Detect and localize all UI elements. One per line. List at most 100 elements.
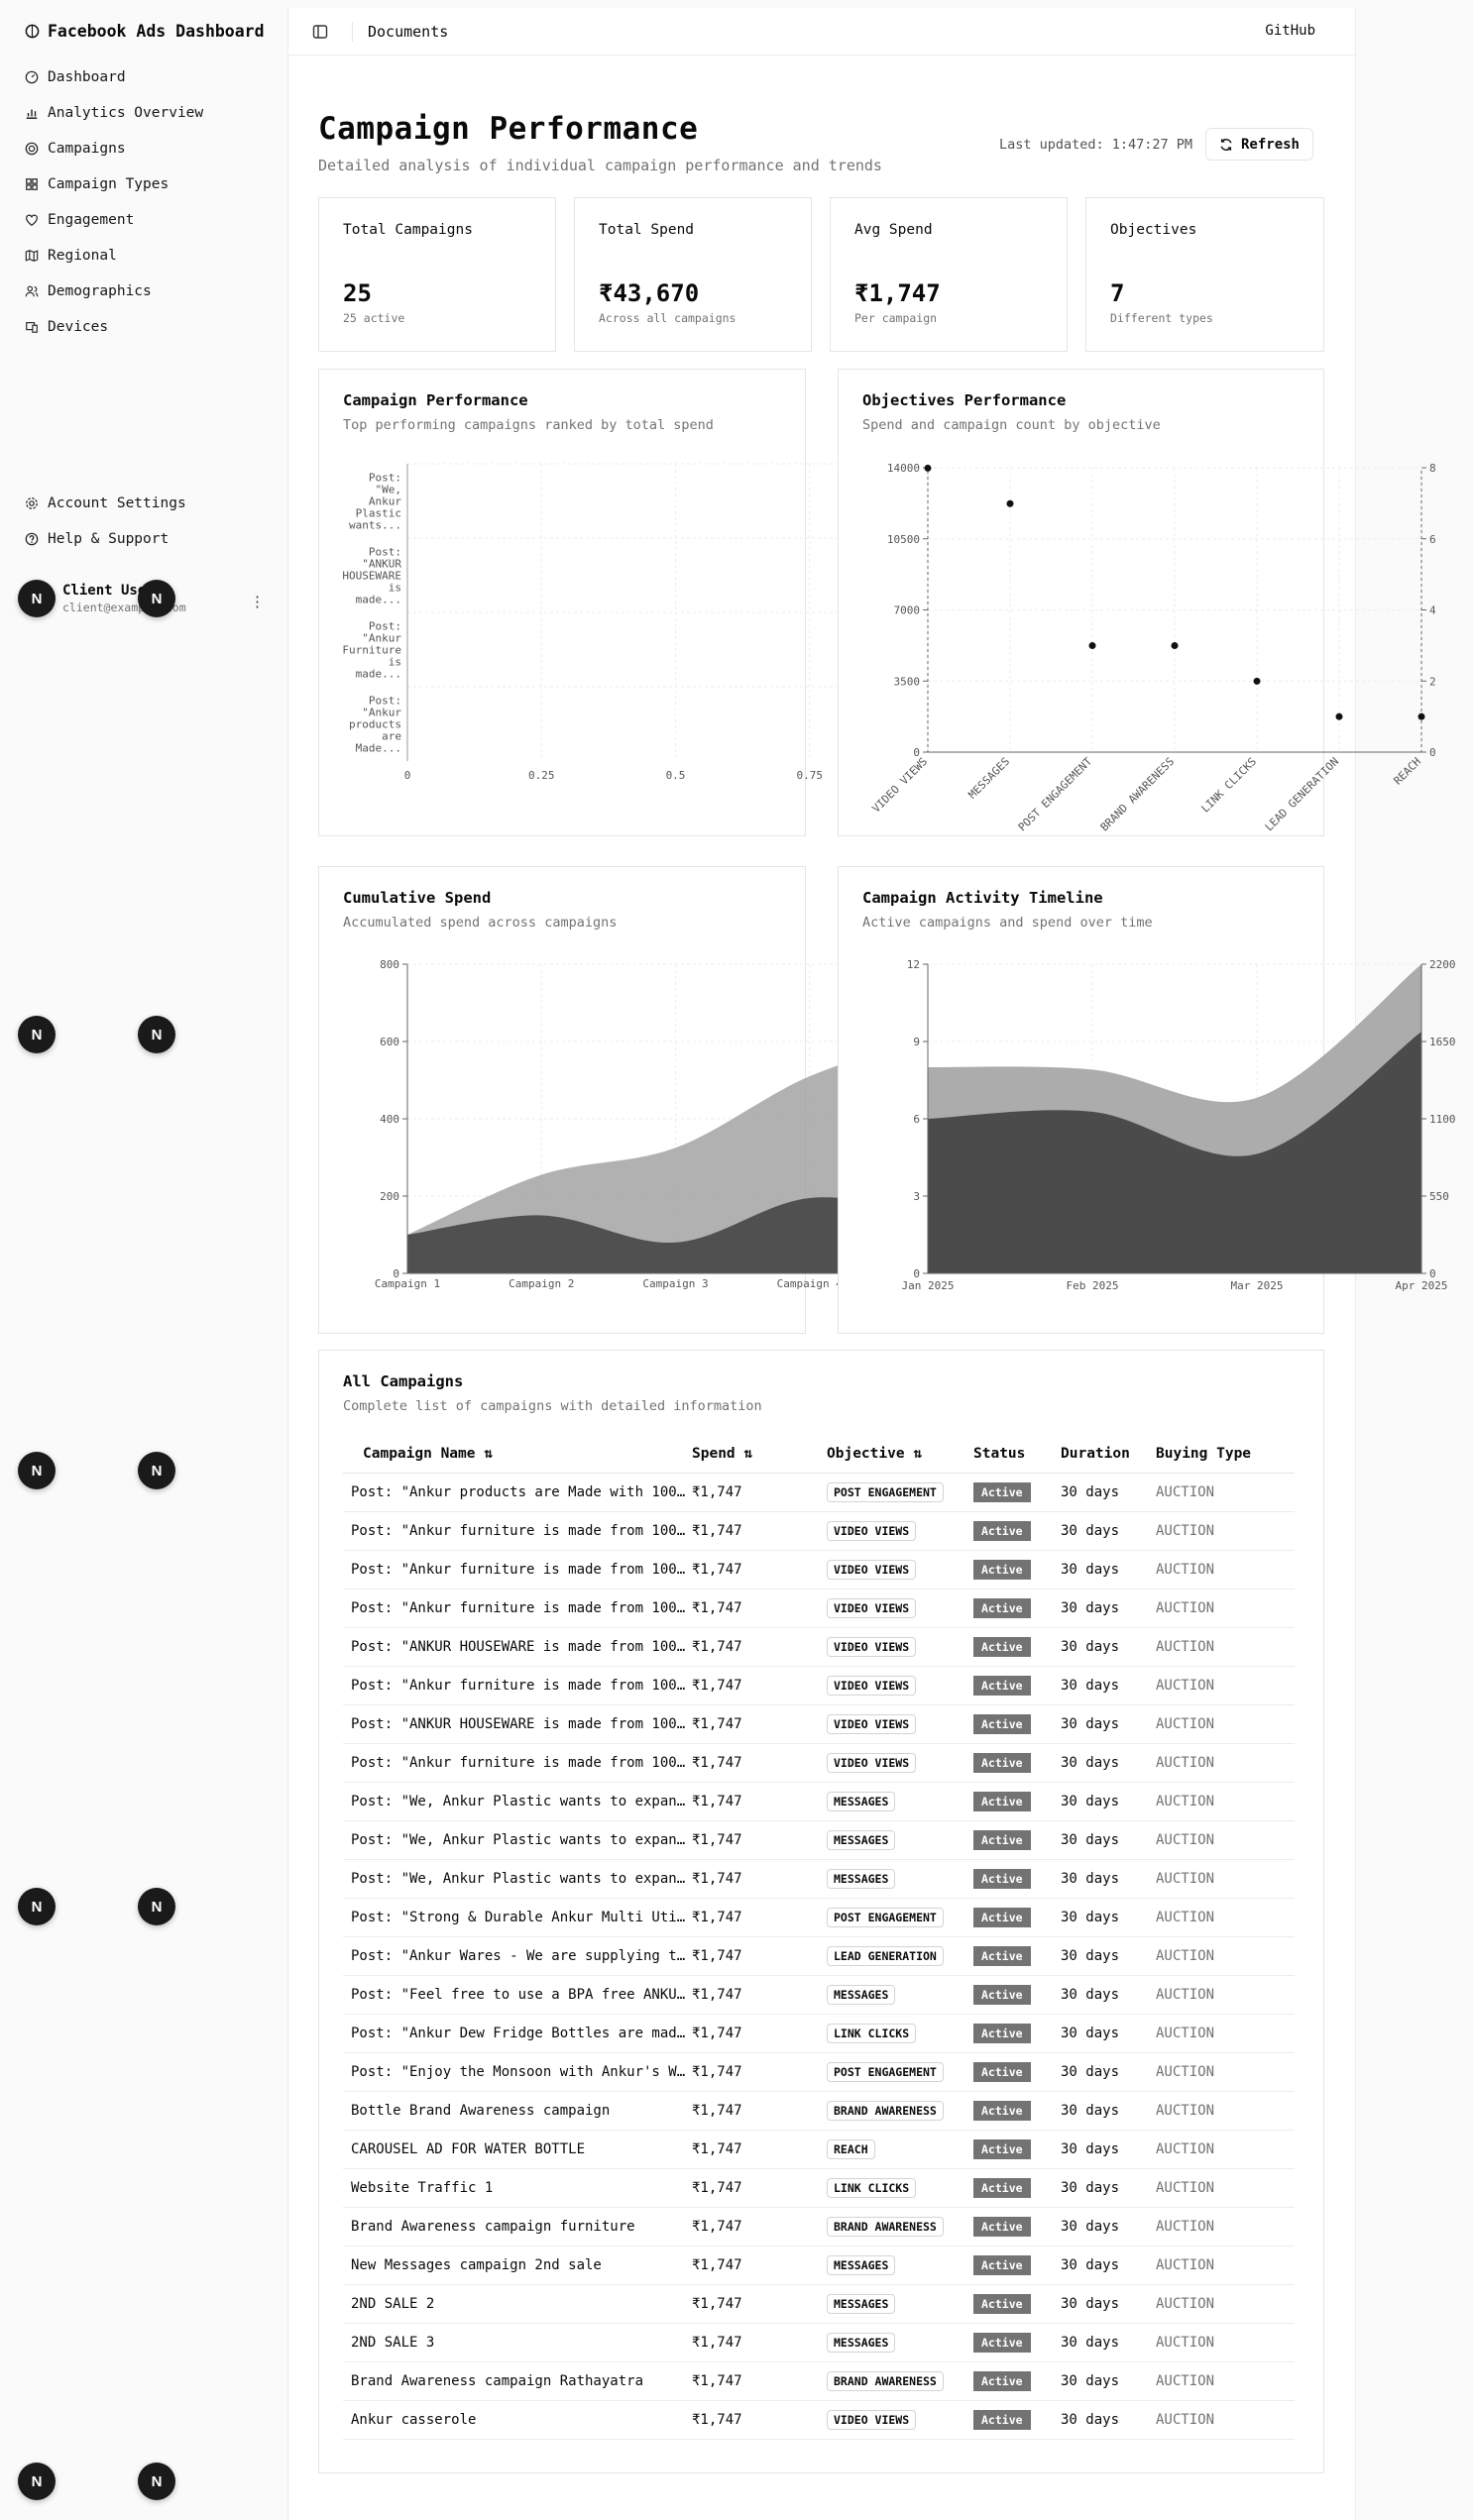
refresh-button[interactable]: Refresh bbox=[1205, 128, 1313, 161]
status-badge: Active bbox=[973, 2332, 1031, 2353]
campaign-duration: 30 days bbox=[1061, 1782, 1156, 1821]
brand[interactable]: Facebook Ads Dashboard bbox=[25, 22, 265, 41]
table-row[interactable]: Post: "ANKUR HOUSEWARE is made from 100%… bbox=[343, 1627, 1295, 1667]
table-row[interactable]: New Messages campaign 2nd sale ₹1,747 MESS… bbox=[343, 2246, 1295, 2285]
stat-note: Different types bbox=[1110, 311, 1213, 325]
avatar[interactable]: N bbox=[18, 2463, 56, 2500]
campaign-duration: 30 days bbox=[1061, 2207, 1156, 2246]
campaign-name: Post: "ANKUR HOUSEWARE is made from 100%… bbox=[343, 1704, 692, 1744]
github-link[interactable]: GitHub bbox=[1265, 23, 1315, 39]
x-tick-label: Mar 2025 bbox=[1231, 1279, 1284, 1292]
avatar[interactable]: N bbox=[138, 580, 175, 617]
data-point bbox=[1171, 642, 1179, 650]
table-row[interactable]: Post: "Ankur furniture is made from 100%… bbox=[343, 1666, 1295, 1705]
campaign-performance-card: Campaign Performance Top performing camp… bbox=[318, 369, 947, 836]
table-row[interactable]: 2ND SALE 3 ₹1,747 MESSAGES Active 30 days AUC… bbox=[343, 2323, 1295, 2362]
table-row[interactable]: Post: "We, Ankur Plastic wants to expand… bbox=[343, 1820, 1295, 1860]
x-tick-label: Jan 2025 bbox=[902, 1279, 955, 1292]
buying-type: AUCTION bbox=[1156, 1820, 1295, 1860]
campaign-duration: 30 days bbox=[1061, 2400, 1156, 2440]
table-row[interactable]: CAROUSEL AD FOR WATER BOTTLE ₹1,747 REACH A… bbox=[343, 2130, 1295, 2169]
avatar[interactable]: N bbox=[18, 1452, 56, 1489]
status-badge: Active bbox=[973, 2216, 1031, 2237]
breadcrumb[interactable]: Documents bbox=[368, 23, 448, 41]
table-row[interactable]: Website Traffic 1 ₹1,747 LINK CLICKS Active… bbox=[343, 2168, 1295, 2208]
table-row[interactable]: Ankur casserole ₹1,747 VIDEO VIEWS Active 30… bbox=[343, 2400, 1295, 2440]
table-row[interactable]: Post: "Feel free to use a BPA free ANKUR… bbox=[343, 1975, 1295, 2015]
y-tick-label: Post: "We, Ankur Plastic wants... bbox=[349, 472, 401, 532]
table-row[interactable]: Post: "Ankur furniture is made from 100%… bbox=[343, 1511, 1295, 1551]
sidebar-item-regional[interactable]: Regional bbox=[25, 248, 117, 264]
objective-badge: LINK CLICKS bbox=[827, 2023, 917, 2043]
table-row[interactable]: Post: "Ankur Dew Fridge Bottles are made… bbox=[343, 2014, 1295, 2053]
data-point bbox=[1335, 712, 1343, 720]
table-row[interactable]: Bottle Brand Awareness campaign ₹1,747 BRA… bbox=[343, 2091, 1295, 2131]
table-row[interactable]: Post: "Ankur Wares - We are supplying th… bbox=[343, 1936, 1295, 1976]
table-row[interactable]: Post: "Ankur products are Made with 100%… bbox=[343, 1473, 1295, 1512]
table-row[interactable]: Post: "We, Ankur Plastic wants to expand… bbox=[343, 1782, 1295, 1821]
table-row[interactable]: Post: "Ankur furniture is made from 100%… bbox=[343, 1589, 1295, 1628]
heart-icon bbox=[26, 214, 38, 226]
x-tick-label: 0.25 bbox=[528, 769, 555, 782]
more-vertical-icon[interactable]: ⋮ bbox=[250, 593, 265, 610]
avatar[interactable]: N bbox=[138, 1452, 175, 1489]
table-row[interactable]: Post: "Ankur furniture is made from 100%… bbox=[343, 1550, 1295, 1589]
target-icon bbox=[25, 142, 39, 156]
table-row[interactable]: 2ND SALE 2 ₹1,747 MESSAGES Active 30 days AUC… bbox=[343, 2284, 1295, 2324]
avatar[interactable]: N bbox=[138, 2463, 175, 2500]
sidebar-item-campaign-types[interactable]: Campaign Types bbox=[25, 176, 169, 192]
objective-badge: MESSAGES bbox=[827, 1829, 896, 1850]
campaign-name: Post: "Ankur furniture is made from 100%… bbox=[343, 1589, 692, 1628]
campaign-duration: 30 days bbox=[1061, 1511, 1156, 1551]
sidebar-item-label: Demographics bbox=[48, 283, 152, 299]
column-spend[interactable]: Spend ⇅ bbox=[692, 1435, 817, 1474]
stat-note: Across all campaigns bbox=[599, 311, 736, 325]
table-row[interactable]: Post: "Ankur furniture is made from 100%… bbox=[343, 1743, 1295, 1783]
sidebar-item-devices[interactable]: Devices bbox=[25, 319, 108, 335]
table-row[interactable]: Post: "We, Ankur Plastic wants to expand… bbox=[343, 1859, 1295, 1899]
avatar[interactable]: N bbox=[18, 580, 56, 617]
stat-label: Total Campaigns bbox=[343, 222, 473, 238]
table-row[interactable]: Brand Awareness campaign Rathayatra ₹1,74… bbox=[343, 2361, 1295, 2401]
table-subtitle: Complete list of campaigns with detailed… bbox=[343, 1398, 762, 1414]
activity-timeline-card: Campaign Activity Timeline Active campai… bbox=[838, 866, 1456, 1334]
sidebar-item-dashboard[interactable]: Dashboard bbox=[25, 69, 126, 85]
logo-icon bbox=[25, 24, 40, 39]
x-tick-label: VIDEO VIEWS bbox=[869, 755, 930, 816]
sidebar-item-demographics[interactable]: Demographics bbox=[25, 283, 152, 299]
avatar[interactable]: N bbox=[138, 1888, 175, 1925]
y2-tick-label: 4 bbox=[1429, 604, 1436, 617]
objective-badge: MESSAGES bbox=[827, 2254, 896, 2275]
campaign-name: Brand Awareness campaign furniture bbox=[343, 2207, 692, 2246]
column-objective[interactable]: Objective ⇅ bbox=[817, 1435, 973, 1474]
avatar[interactable]: N bbox=[18, 1016, 56, 1053]
campaign-spend: ₹1,747 bbox=[692, 1550, 817, 1589]
sidebar-item-help-support[interactable]: Help & Support bbox=[25, 531, 169, 547]
table-row[interactable]: Post: "ANKUR HOUSEWARE is made from 100%… bbox=[343, 1704, 1295, 1744]
x-tick-label: Campaign 4 bbox=[777, 1277, 844, 1290]
campaign-spend: ₹1,747 bbox=[692, 1704, 817, 1744]
table-row[interactable]: Post: "Enjoy the Monsoon with Ankur's Wa… bbox=[343, 2052, 1295, 2092]
page-title: Campaign Performance bbox=[318, 111, 699, 147]
campaign-name: CAROUSEL AD FOR WATER BOTTLE bbox=[343, 2130, 692, 2169]
avatar[interactable]: N bbox=[138, 1016, 175, 1053]
table-body: Post: "Ankur products are Made with 100%… bbox=[343, 1473, 1295, 2440]
objectives-performance-card: Objectives Performance Spend and campaig… bbox=[838, 369, 1436, 836]
sidebar-item-account-settings[interactable]: Account Settings bbox=[25, 495, 186, 511]
y2-tick-label: 2 bbox=[1429, 675, 1436, 688]
stat-note: Per campaign bbox=[854, 311, 938, 325]
campaign-name: Post: "Strong & Durable Ankur Multi Util… bbox=[343, 1898, 692, 1937]
status-badge: Active bbox=[973, 1559, 1031, 1580]
table-row[interactable]: Post: "Strong & Durable Ankur Multi Util… bbox=[343, 1898, 1295, 1937]
sidebar-item-engagement[interactable]: Engagement bbox=[25, 212, 134, 228]
objective-badge: VIDEO VIEWS bbox=[827, 1559, 917, 1580]
sidebar-item-campaigns[interactable]: Campaigns bbox=[25, 141, 126, 157]
column-campaign-name[interactable]: Campaign Name ⇅ bbox=[343, 1435, 692, 1474]
status-badge: Active bbox=[973, 2254, 1031, 2275]
campaign-duration: 30 days bbox=[1061, 2091, 1156, 2131]
sidebar-toggle-icon[interactable] bbox=[312, 24, 328, 40]
page-subtitle: Detailed analysis of individual campaign… bbox=[318, 157, 882, 174]
avatar[interactable]: N bbox=[18, 1888, 56, 1925]
table-row[interactable]: Brand Awareness campaign furniture ₹1,747… bbox=[343, 2207, 1295, 2246]
sidebar-item-analytics-overview[interactable]: Analytics Overview bbox=[25, 105, 203, 121]
